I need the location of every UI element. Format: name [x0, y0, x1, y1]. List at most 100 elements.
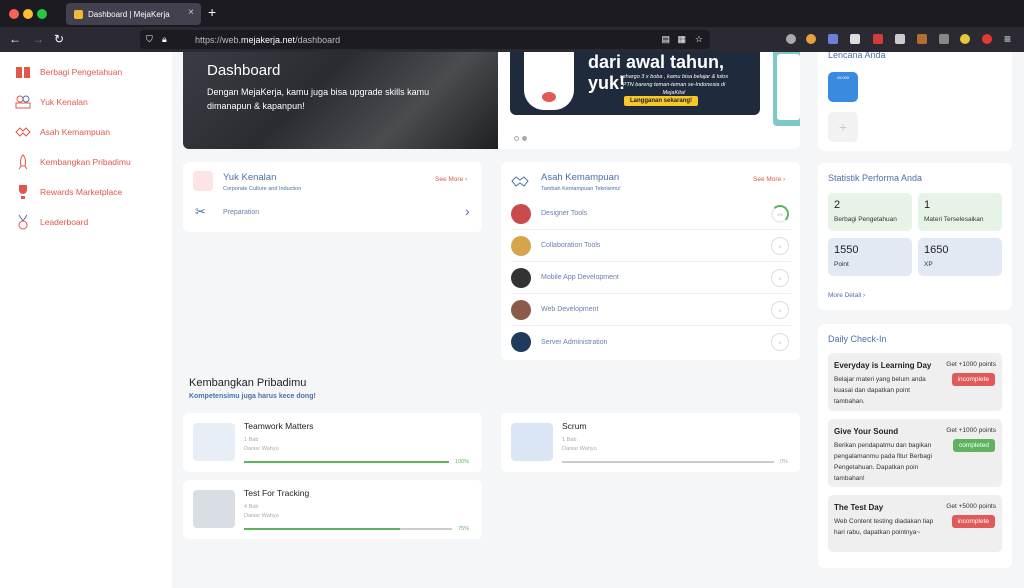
sidebar-item-asah-kemampuan[interactable]: Asah Kemampuan [14, 124, 110, 140]
course-chapters: 1 Bab [244, 437, 259, 443]
course-card[interactable]: Test For Tracking 4 Bab Daniar Wahyu 75% [183, 480, 482, 539]
sidebar-item-label: Leaderboard [40, 217, 89, 227]
checkin-item: The Test Day Get +5000 points Web Conten… [828, 495, 1002, 552]
extension-icon[interactable] [960, 34, 970, 44]
see-more-label: See More [753, 176, 782, 183]
list-item[interactable]: ✂ Preparation › [193, 202, 473, 224]
sidebar-item-kembangkan-pribadimu[interactable]: Kembangkan Pribadimu [14, 154, 131, 170]
hero-carousel: Dashboard Dengan MejaKerja, kamu juga bi… [183, 52, 800, 149]
course-row[interactable]: Designer Tools 3% [511, 198, 791, 230]
reload-icon[interactable]: ↻ [54, 32, 64, 46]
see-more-link[interactable]: See More › [753, 176, 785, 183]
status-badge[interactable]: incomplete [951, 515, 995, 528]
back-icon[interactable]: ← [9, 32, 21, 46]
reader-mode-icon[interactable]: ▤ [661, 34, 670, 45]
checkin-item: Give Your Sound Get +1000 points Berikan… [828, 419, 1002, 487]
extension-icon[interactable] [895, 34, 905, 44]
stat-box: 2 Berbagi Pengetahuan [828, 193, 912, 231]
progress-percent: 75% [458, 526, 470, 532]
extension-icon[interactable] [939, 34, 949, 44]
progress-bar [562, 461, 774, 463]
carousel-dot[interactable] [514, 136, 519, 141]
maximize-window-button[interactable] [37, 9, 47, 19]
checkin-item: Everyday is Learning Day Get +1000 point… [828, 353, 1002, 411]
checkin-description: Web Content testing diadakan tiap hari r… [834, 518, 934, 536]
progress-bar-fill [244, 528, 400, 530]
qr-icon[interactable]: ▦ [677, 34, 686, 45]
close-window-button[interactable] [9, 9, 19, 19]
extension-icon[interactable] [850, 34, 860, 44]
extension-icon[interactable] [828, 34, 838, 44]
page: Berbagi Pengetahuan Yuk Kenalan Asah Kem… [0, 52, 1024, 588]
course-thumbnail [511, 423, 553, 461]
new-tab-button[interactable]: + [208, 4, 216, 20]
next-slide-preview[interactable] [773, 52, 800, 126]
stat-value: 1 [924, 199, 931, 211]
badge-icon[interactable]: 25.000 [828, 72, 858, 102]
browser-tab[interactable]: Dashboard | MejaKerja × [66, 3, 201, 25]
stat-box: 1 Materi Terselesaikan [918, 193, 1002, 231]
carousel-dot-active[interactable] [522, 136, 527, 141]
extension-icon[interactable] [917, 34, 927, 44]
course-row[interactable]: Server Administration 0 [511, 326, 791, 358]
progress-percent: 0% [780, 459, 788, 465]
promo-subscribe-button[interactable]: Langganan sekarang! [624, 96, 699, 106]
course-card[interactable]: Scrum 1 Bab Daniar Wahyu 0% [501, 413, 800, 472]
stat-value: 1550 [834, 244, 859, 256]
pocket-icon[interactable] [786, 34, 796, 44]
forward-icon[interactable]: → [32, 32, 44, 46]
book-icon [14, 64, 32, 80]
sidebar-item-label: Rewards Marketplace [40, 187, 123, 197]
yuk-kenalan-card: Yuk Kenalan Corporate Culture and Induct… [183, 162, 482, 232]
status-badge[interactable]: completed [953, 439, 995, 452]
people-icon [193, 171, 213, 191]
add-badge-button[interactable]: + [828, 112, 858, 142]
progress-bar [244, 528, 452, 530]
status-badge[interactable]: incomplete [951, 373, 995, 386]
course-row[interactable]: Web Development 0 [511, 294, 791, 326]
checkin-description: Berikan pendapatmu dan bagikan pengalama… [834, 442, 932, 482]
see-more-link[interactable]: See More › [435, 176, 467, 183]
stat-label: Point [834, 261, 849, 268]
checkin-points: Get +1000 points [946, 427, 996, 434]
course-row[interactable]: Mobile App Development 0 [511, 262, 791, 294]
sidebar-item-yuk-kenalan[interactable]: Yuk Kenalan [14, 94, 88, 110]
sidebar-item-leaderboard[interactable]: Leaderboard [14, 214, 88, 230]
statistik-card: Statistik Performa Anda 2 Berbagi Penget… [818, 163, 1012, 310]
sidebar-item-label: Yuk Kenalan [40, 97, 88, 107]
course-author: Daniar Wahyu [244, 446, 279, 452]
course-title: Test For Tracking [244, 488, 310, 498]
list-item-label: Preparation [223, 209, 260, 216]
hero-title: Dashboard [207, 62, 281, 79]
bookmark-star-icon[interactable]: ☆ [695, 34, 703, 45]
trophy-icon [14, 184, 32, 200]
stat-value: 2 [834, 199, 841, 211]
url-bar[interactable]: ⛉ 🔒︎ https://web. mejakerja.net/dashboard… [140, 30, 710, 49]
checkin-points: Get +5000 points [946, 503, 996, 510]
extension-icon[interactable] [873, 34, 883, 44]
progress-ring: 0 [771, 237, 789, 255]
sidebar-item-berbagi-pengetahuan[interactable]: Berbagi Pengetahuan [14, 64, 122, 80]
course-row[interactable]: Collaboration Tools 0 [511, 230, 791, 262]
hero-subtitle: Dengan MejaKerja, kamu juga bisa upgrade… [207, 87, 430, 111]
stat-label: XP [924, 261, 933, 268]
stat-box: 1550 Point [828, 238, 912, 276]
course-author: Daniar Wahyu [244, 513, 279, 519]
chevron-right-icon: › [783, 176, 786, 183]
progress-ring: 0 [771, 333, 789, 351]
adblock-icon[interactable] [982, 34, 992, 44]
course-thumbnail [511, 332, 531, 352]
more-detail-link[interactable]: More Detail › [828, 292, 865, 299]
course-card[interactable]: Teamwork Matters 1 Bab Daniar Wahyu 100% [183, 413, 482, 472]
course-label: Server Administration [541, 338, 608, 346]
menu-icon[interactable]: ≡ [1004, 32, 1011, 46]
promo-banner[interactable]: dari awal tahun, yuk! sehargo 3 x boba ,… [510, 52, 760, 115]
minimize-window-button[interactable] [23, 9, 33, 19]
course-thumbnail [511, 267, 531, 288]
sidebar-item-rewards-marketplace[interactable]: Rewards Marketplace [14, 184, 122, 200]
course-thumbnail [511, 203, 531, 224]
close-tab-icon[interactable]: × [188, 7, 194, 18]
extension-icon[interactable] [806, 34, 816, 44]
daily-checkin-card: Daily Check-In Everyday is Learning Day … [818, 324, 1012, 568]
checkin-title: The Test Day [834, 503, 884, 512]
